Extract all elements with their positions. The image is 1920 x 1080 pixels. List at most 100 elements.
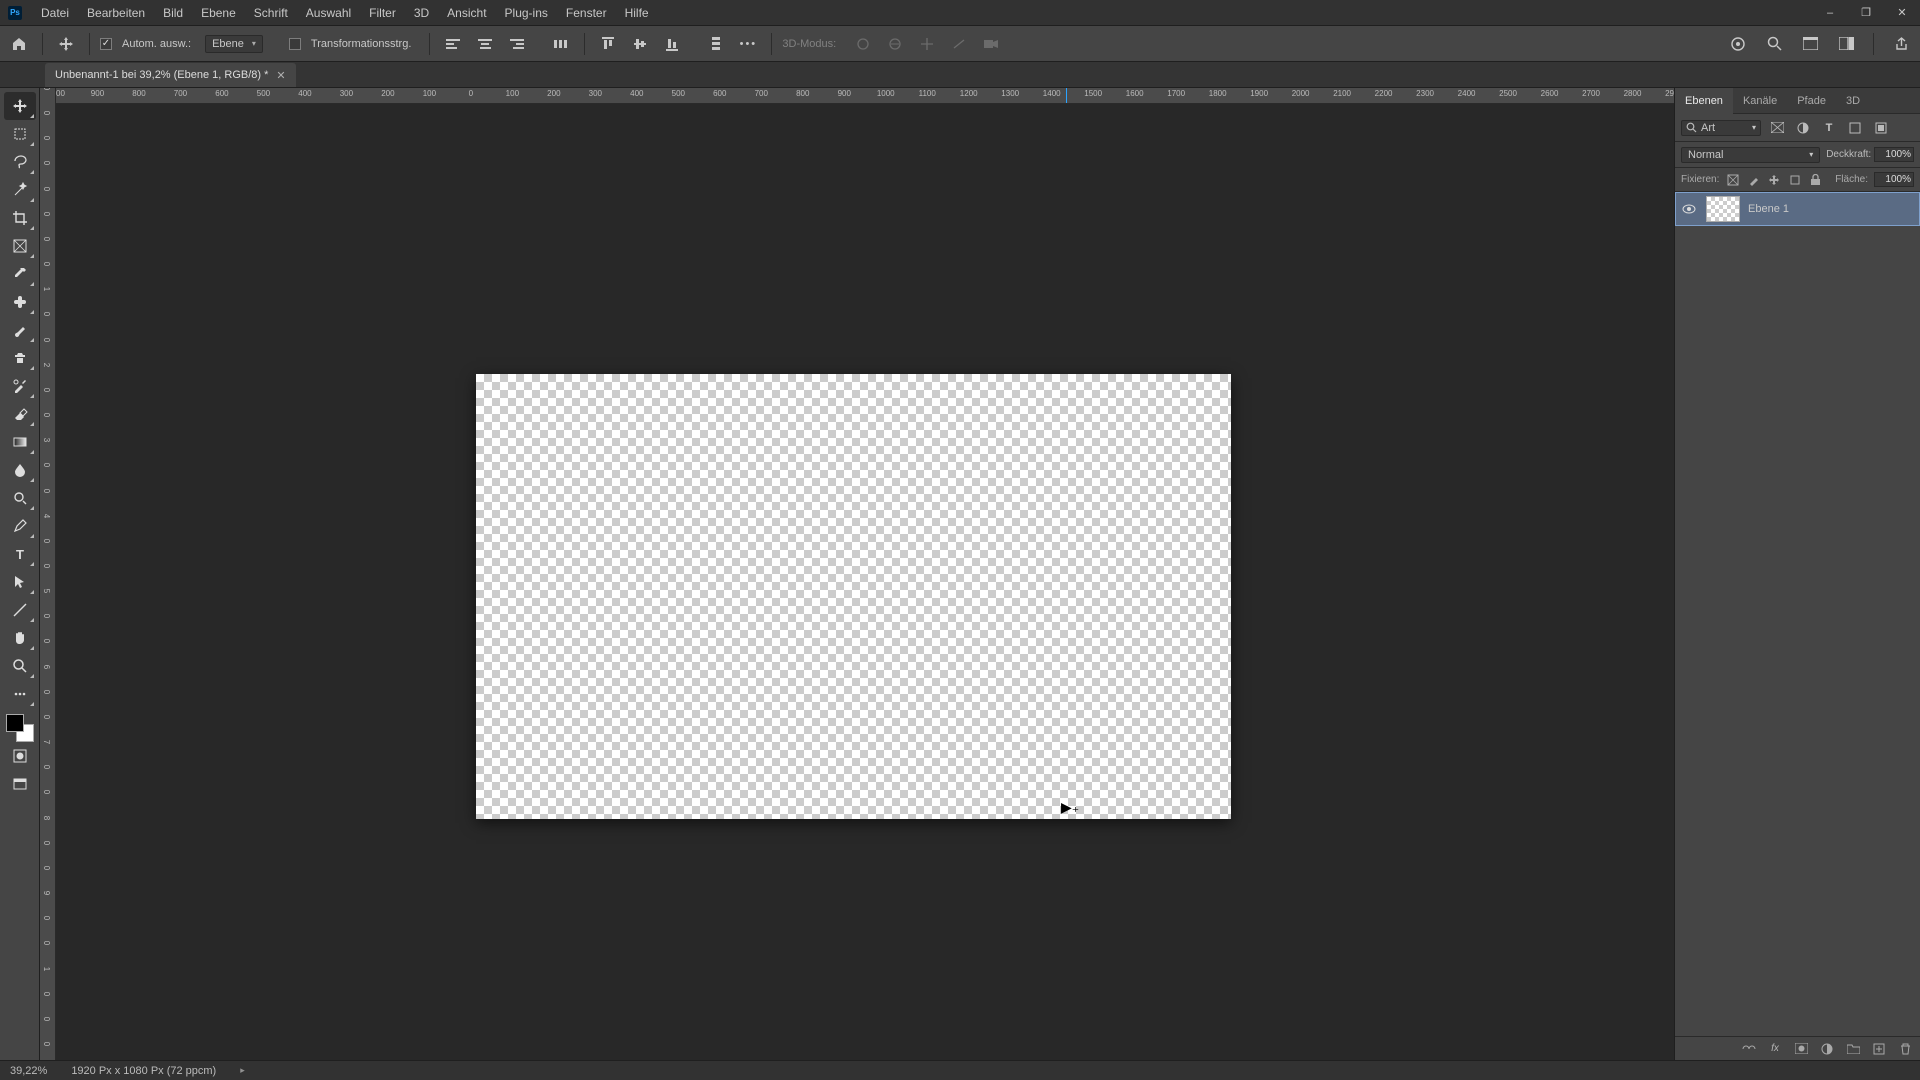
cloud-docs-icon[interactable] (1725, 31, 1751, 57)
auto-select-checkbox[interactable] (100, 38, 112, 50)
search-icon[interactable] (1761, 31, 1787, 57)
document-tab-close-icon[interactable]: ✕ (276, 69, 285, 82)
move-tool-icon[interactable] (53, 31, 79, 57)
tool-artboard[interactable] (4, 120, 36, 148)
panel-tab-ebenen[interactable]: Ebenen (1675, 88, 1733, 114)
lock-position-icon[interactable] (1767, 171, 1782, 189)
color-swatches[interactable] (6, 714, 34, 742)
window-minimize-button[interactable]: – (1812, 0, 1848, 26)
link-layers-icon[interactable] (1740, 1040, 1758, 1058)
tool-lasso[interactable] (4, 148, 36, 176)
lock-brush-icon[interactable] (1746, 171, 1761, 189)
hruler-tick: 200 (547, 89, 560, 98)
tool-frame[interactable] (4, 232, 36, 260)
align-top-icon[interactable] (595, 31, 621, 57)
tool-ellipsis[interactable] (4, 680, 36, 708)
menu-fenster[interactable]: Fenster (557, 0, 616, 26)
layer-visibility-icon[interactable] (1682, 204, 1698, 214)
align-right-icon[interactable] (504, 31, 530, 57)
arrange-docs-icon[interactable] (1797, 31, 1823, 57)
blend-mode-dropdown[interactable]: Normal▾ (1681, 147, 1820, 163)
lock-pixels-icon[interactable] (1725, 171, 1740, 189)
tool-eyedropper-alt[interactable] (4, 260, 36, 288)
menu-plug-ins[interactable]: Plug-ins (496, 0, 557, 26)
menu-ebene[interactable]: Ebene (192, 0, 245, 26)
home-button[interactable] (6, 31, 32, 57)
menu-bearbeiten[interactable]: Bearbeiten (78, 0, 154, 26)
layer-name[interactable]: Ebene 1 (1748, 203, 1789, 215)
menu-schrift[interactable]: Schrift (245, 0, 297, 26)
transform-controls-label: Transformationsstrg. (311, 38, 411, 50)
layer-group-icon[interactable] (1844, 1040, 1862, 1058)
adjustment-layer-icon[interactable] (1818, 1040, 1836, 1058)
menu-bild[interactable]: Bild (154, 0, 192, 26)
align-hcenter-icon[interactable] (472, 31, 498, 57)
vruler-tick: 9 (42, 891, 51, 895)
lock-all-icon[interactable] (1808, 171, 1823, 189)
delete-layer-icon[interactable] (1896, 1040, 1914, 1058)
auto-select-target-dropdown[interactable]: Ebene▾ (205, 35, 263, 53)
tool-line[interactable] (4, 596, 36, 624)
panel-tab-pfade[interactable]: Pfade (1787, 88, 1836, 114)
tool-zoom[interactable] (4, 652, 36, 680)
tool-gradient[interactable] (4, 428, 36, 456)
quick-mask-icon[interactable] (4, 742, 36, 770)
menu-hilfe[interactable]: Hilfe (616, 0, 658, 26)
tool-healing[interactable] (4, 288, 36, 316)
opacity-input[interactable] (1874, 147, 1914, 162)
lock-artboard-icon[interactable] (1788, 171, 1803, 189)
new-layer-icon[interactable] (1870, 1040, 1888, 1058)
filter-type-icon[interactable]: T (1819, 118, 1839, 138)
threeD-pan-icon (914, 31, 940, 57)
layer-fx-icon[interactable]: fx (1766, 1040, 1784, 1058)
more-align-icon[interactable]: ••• (735, 31, 761, 57)
window-close-button[interactable]: ✕ (1884, 0, 1920, 26)
align-vcenter-icon[interactable] (627, 31, 653, 57)
menu-filter[interactable]: Filter (360, 0, 405, 26)
window-maximize-button[interactable]: ❐ (1848, 0, 1884, 26)
canvas-viewport[interactable]: ▶₊ (56, 104, 1674, 1060)
tool-type[interactable]: T (4, 540, 36, 568)
document-info[interactable]: 1920 Px x 1080 Px (72 ppcm) (71, 1065, 216, 1077)
tool-wand[interactable] (4, 176, 36, 204)
share-icon[interactable] (1888, 31, 1914, 57)
tool-move[interactable] (4, 92, 36, 120)
filter-adjust-icon[interactable] (1793, 118, 1813, 138)
filter-pixel-icon[interactable] (1767, 118, 1787, 138)
tool-history-brush[interactable] (4, 372, 36, 400)
vruler-tick: 0 (42, 639, 51, 643)
layer-mask-icon[interactable] (1792, 1040, 1810, 1058)
layer-filter-search[interactable]: Art ▾ (1681, 120, 1761, 136)
tool-clone[interactable] (4, 344, 36, 372)
panel-tab-kanäle[interactable]: Kanäle (1733, 88, 1787, 114)
screen-mode-icon[interactable] (4, 770, 36, 798)
fill-input[interactable] (1874, 172, 1914, 187)
layer-row[interactable]: Ebene 1 (1675, 192, 1920, 226)
filter-smart-icon[interactable] (1871, 118, 1891, 138)
distribute-v-icon[interactable] (703, 31, 729, 57)
transform-controls-checkbox[interactable] (289, 38, 301, 50)
artboard[interactable] (476, 374, 1231, 819)
tool-blur[interactable] (4, 456, 36, 484)
tool-hand[interactable] (4, 624, 36, 652)
zoom-level[interactable]: 39,22% (10, 1065, 47, 1077)
panel-tab-3d[interactable]: 3D (1836, 88, 1870, 114)
tool-eraser[interactable] (4, 400, 36, 428)
align-bottom-icon[interactable] (659, 31, 685, 57)
align-left-icon[interactable] (440, 31, 466, 57)
distribute-h-icon[interactable] (548, 31, 574, 57)
tool-crop[interactable] (4, 204, 36, 232)
status-more-icon[interactable]: ▸ (240, 1065, 245, 1076)
menu-auswahl[interactable]: Auswahl (297, 0, 360, 26)
menu-datei[interactable]: Datei (32, 0, 78, 26)
tool-pen[interactable] (4, 512, 36, 540)
menu-ansicht[interactable]: Ansicht (438, 0, 495, 26)
filter-shape-icon[interactable] (1845, 118, 1865, 138)
workspace-switcher-icon[interactable] (1833, 31, 1859, 57)
document-tab[interactable]: Unbenannt-1 bei 39,2% (Ebene 1, RGB/8) *… (45, 63, 296, 87)
menu-3d[interactable]: 3D (405, 0, 438, 26)
layer-thumbnail[interactable] (1706, 196, 1740, 222)
tool-path-select[interactable] (4, 568, 36, 596)
tool-dodge[interactable] (4, 484, 36, 512)
tool-brush[interactable] (4, 316, 36, 344)
